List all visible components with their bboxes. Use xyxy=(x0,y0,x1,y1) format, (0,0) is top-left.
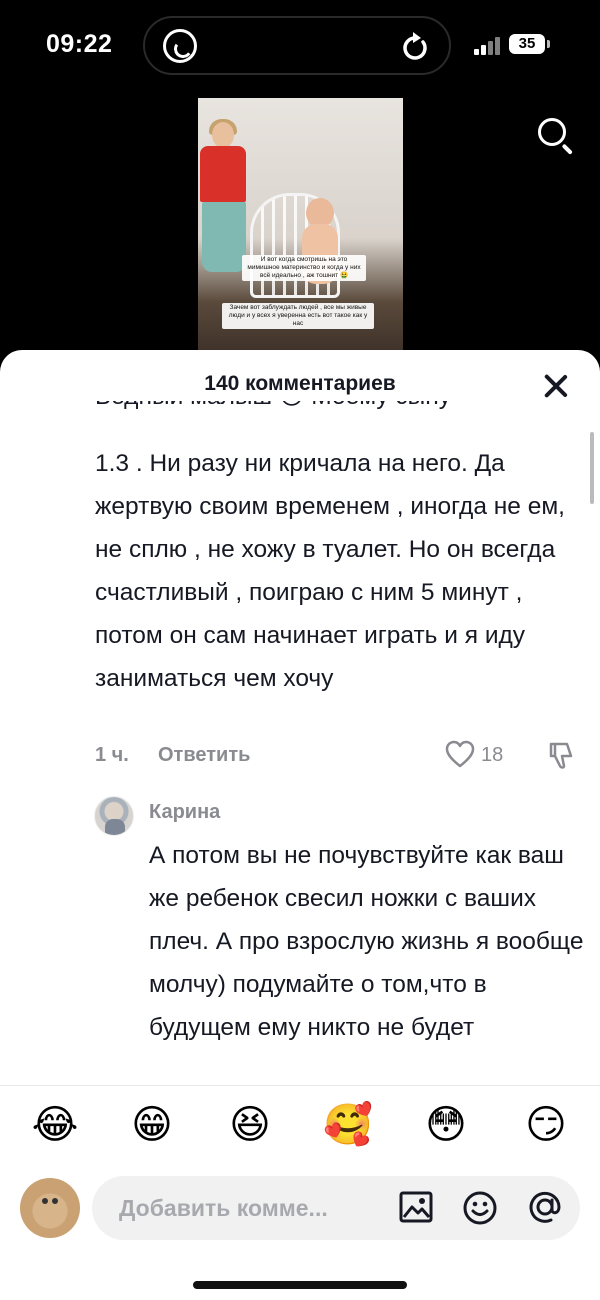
emoji-icon[interactable] xyxy=(462,1190,498,1226)
whatsapp-icon xyxy=(163,29,197,63)
reply-avatar[interactable] xyxy=(94,796,134,836)
home-indicator[interactable] xyxy=(193,1281,407,1289)
emoji-flushed[interactable]: 😳 xyxy=(420,1100,472,1150)
emoji-smirk[interactable]: 😏 xyxy=(520,1100,572,1150)
mention-icon[interactable] xyxy=(526,1188,564,1226)
emoji-hearts[interactable]: 🥰 xyxy=(322,1100,374,1150)
like-count: 18 xyxy=(481,744,504,766)
comment-time: 1 ч. xyxy=(95,744,129,766)
quick-emoji-row: 😂 😁 😆 🥰 😳 😏 xyxy=(0,1100,600,1160)
emoji-laughing[interactable]: 😆 xyxy=(224,1100,276,1150)
emoji-tears-of-joy[interactable]: 😂 xyxy=(29,1100,81,1150)
heart-icon[interactable] xyxy=(445,740,475,768)
user-avatar xyxy=(20,1178,80,1238)
signal-icon xyxy=(474,37,504,55)
video-caption-1: И вот когда смотришь на это мимишное мат… xyxy=(242,255,366,281)
status-bar: 09:22 35 xyxy=(0,0,600,90)
close-icon[interactable] xyxy=(540,370,572,402)
battery-tip xyxy=(547,40,550,48)
comment-meta: 1 ч. Ответить 18 xyxy=(95,740,585,772)
reply-text: А потом вы не почувствуйте как ваш же ре… xyxy=(149,842,584,1041)
comment-input-area: 😂 😁 😆 🥰 😳 😏 Добавить комме... xyxy=(0,1085,600,1300)
comment-input[interactable]: Добавить комме... xyxy=(92,1176,580,1240)
refresh-icon xyxy=(403,32,427,60)
comment-input-placeholder: Добавить комме... xyxy=(119,1195,328,1221)
comment-text: 1.3 . Ни разу ни кричала на него. Да жер… xyxy=(95,450,565,692)
battery-icon: 35 xyxy=(509,34,545,54)
video-figure-child xyxy=(298,198,342,308)
image-icon[interactable] xyxy=(398,1190,434,1224)
scrollbar[interactable] xyxy=(590,432,594,504)
comments-count-title: 140 комментариев xyxy=(204,372,396,395)
emoji-grin[interactable]: 😁 xyxy=(126,1100,178,1150)
dislike-icon[interactable] xyxy=(547,740,577,770)
search-icon[interactable] xyxy=(536,116,573,155)
comment-text-clipped: Бедный малыш 😔 Моему сыну xyxy=(95,401,585,423)
dynamic-island[interactable] xyxy=(143,16,451,75)
status-time: 09:22 xyxy=(46,30,113,58)
video-preview[interactable]: И вот когда смотришь на это мимишное мат… xyxy=(198,98,403,353)
reply-author[interactable]: Карина xyxy=(149,801,220,824)
reply-button[interactable]: Ответить xyxy=(158,744,250,767)
video-caption-2: Зачем вот заблуждать людей , все мы живы… xyxy=(222,303,374,329)
